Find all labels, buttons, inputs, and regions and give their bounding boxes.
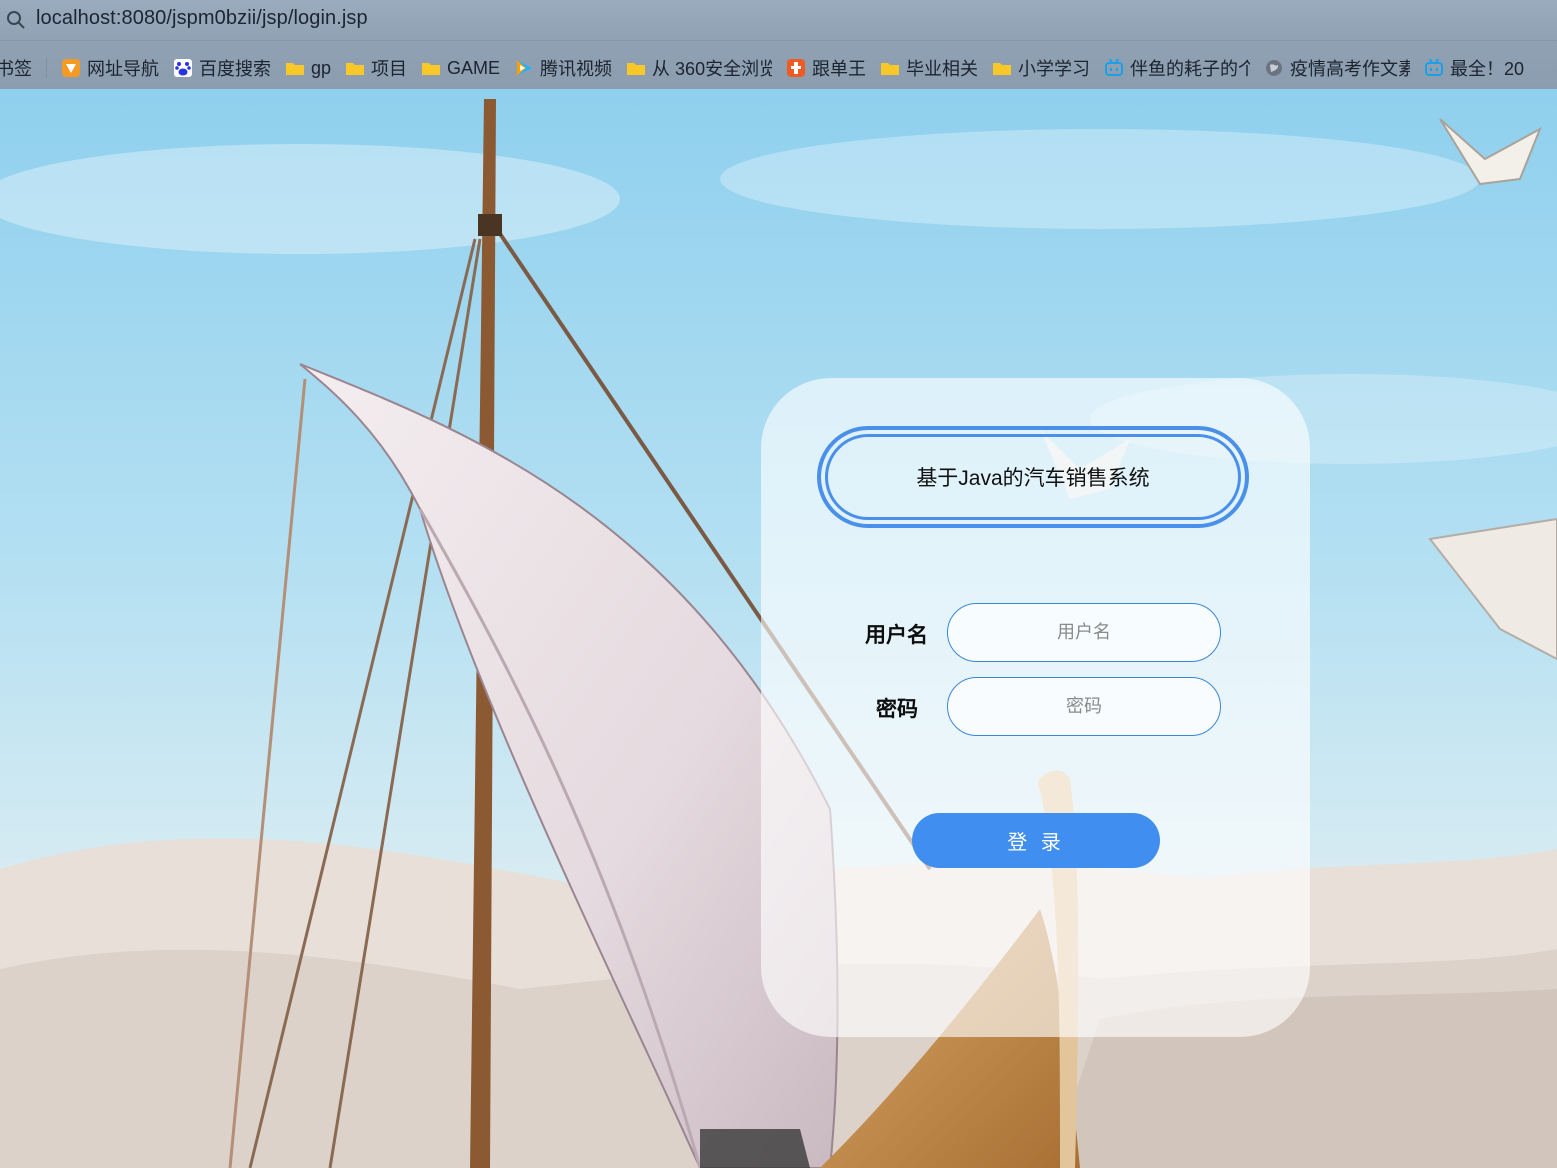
bookmark-label: 项目 (371, 59, 408, 79)
bookmark-item[interactable]: 疫情高考作文素 (1264, 55, 1410, 81)
url-text[interactable]: localhost:8080/jspm0bzii/jsp/login.jsp (36, 7, 368, 30)
bookmark-label: 小学学习 (1018, 59, 1091, 79)
bookmark-item[interactable]: 百度搜索 (173, 55, 271, 81)
bookmark-label: gp (311, 57, 332, 78)
bilibili-icon (1105, 58, 1124, 76)
bookmark-label: 网址导航 (87, 59, 159, 79)
bookmark-item[interactable]: 网址导航 (61, 55, 159, 81)
bookmark-label: 疫情高考作文素 (1290, 59, 1411, 79)
bookmark-item[interactable]: gp (285, 58, 331, 79)
bookmarks-label[interactable]: 书签 (0, 55, 32, 81)
password-label: 密码 (876, 698, 918, 721)
login-button[interactable]: 登 录 (912, 813, 1160, 868)
bookmark-label: 毕业相关 (906, 59, 979, 79)
orange-arrow-icon (62, 59, 80, 77)
bilibili-icon (1425, 58, 1444, 76)
bookmark-item[interactable]: 伴鱼的耗子的个 (1104, 55, 1250, 81)
username-input[interactable] (947, 603, 1221, 662)
username-label: 用户名 (865, 624, 928, 647)
bookmark-item[interactable]: 跟单王 (786, 55, 866, 81)
bookmark-item[interactable]: 毕业相关 (880, 55, 978, 81)
bookmark-label: 跟单王 (812, 59, 867, 79)
page-title: 基于Java的汽车销售系统 (916, 467, 1150, 490)
tencent-video-icon (517, 60, 533, 76)
bookmark-item[interactable]: GAME (421, 58, 500, 79)
bookmarks-divider (46, 58, 47, 78)
bookmark-item[interactable]: 最全！20 (1424, 55, 1524, 81)
folder-icon (993, 63, 1012, 75)
bookmark-item[interactable]: 腾讯视频 (514, 55, 612, 81)
search-icon (7, 11, 25, 29)
password-input[interactable] (947, 677, 1221, 736)
bookmark-label: 从 360安全浏览 (652, 59, 773, 79)
folder-icon (881, 63, 900, 75)
bookmark-item[interactable]: 项目 (345, 55, 407, 81)
bookmark-item[interactable]: 从 360安全浏览 (626, 55, 772, 81)
folder-icon (627, 63, 646, 75)
globe-icon (1266, 60, 1283, 76)
bookmark-label: 伴鱼的耗子的个 (1130, 59, 1251, 79)
bookmarks-bar: 书签 网址导航 百度搜索 gp 项目 GAME 腾讯视频 从 360安全浏览 跟… (0, 52, 1557, 84)
folder-icon (346, 63, 365, 75)
bookmark-label: GAME (447, 57, 501, 78)
bookmark-label: 腾讯视频 (540, 59, 613, 79)
bookmark-label: 最全！20 (1450, 59, 1525, 79)
folder-icon (422, 63, 441, 75)
folder-icon (286, 63, 304, 75)
browser-chrome: localhost:8080/jspm0bzii/jsp/login.jsp 书… (0, 0, 1557, 89)
baidu-paw-icon (174, 59, 192, 77)
bookmark-item[interactable]: 小学学习 (992, 55, 1090, 81)
address-bar[interactable]: localhost:8080/jspm0bzii/jsp/login.jsp (0, 0, 1557, 41)
orange-badge-icon (787, 59, 806, 77)
bookmark-label: 百度搜索 (199, 59, 271, 79)
